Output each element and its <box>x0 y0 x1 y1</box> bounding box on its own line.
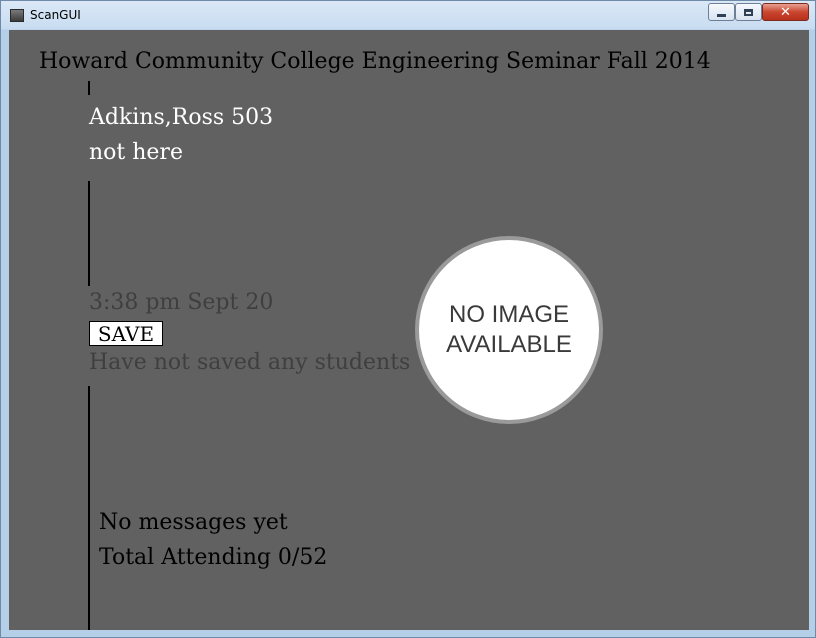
main-panel: Howard Community College Engineering Sem… <box>9 30 809 630</box>
scan-timestamp: 3:38 pm Sept 20 <box>89 290 274 315</box>
divider-line <box>88 81 90 95</box>
app-icon <box>10 9 24 22</box>
window-frame: ScanGUI ✕ Howard Community College Engin… <box>0 0 816 638</box>
student-status: not here <box>89 140 183 165</box>
close-button[interactable]: ✕ <box>762 3 809 21</box>
minimize-button[interactable] <box>708 3 735 21</box>
divider-line <box>88 386 90 630</box>
attendance-count: Total Attending 0/52 <box>99 545 328 570</box>
no-image-label: NO IMAGE <box>448 301 569 328</box>
student-name: Adkins,Ross 503 <box>89 105 274 130</box>
maximize-button[interactable] <box>735 3 762 21</box>
minimize-icon <box>717 13 726 17</box>
title-bar[interactable]: ScanGUI ✕ <box>1 1 816 30</box>
messages-status: No messages yet <box>99 510 288 535</box>
no-image-label: AVAILABLE <box>446 331 572 358</box>
divider-line <box>88 181 90 286</box>
save-status: Have not saved any students <box>89 350 411 375</box>
student-photo-placeholder: NO IMAGE AVAILABLE <box>415 236 603 424</box>
window-title: ScanGUI <box>30 8 81 22</box>
maximize-icon <box>744 8 753 16</box>
page-title: Howard Community College Engineering Sem… <box>39 49 711 74</box>
save-button[interactable]: SAVE <box>89 321 163 346</box>
close-icon: ✕ <box>780 4 791 20</box>
